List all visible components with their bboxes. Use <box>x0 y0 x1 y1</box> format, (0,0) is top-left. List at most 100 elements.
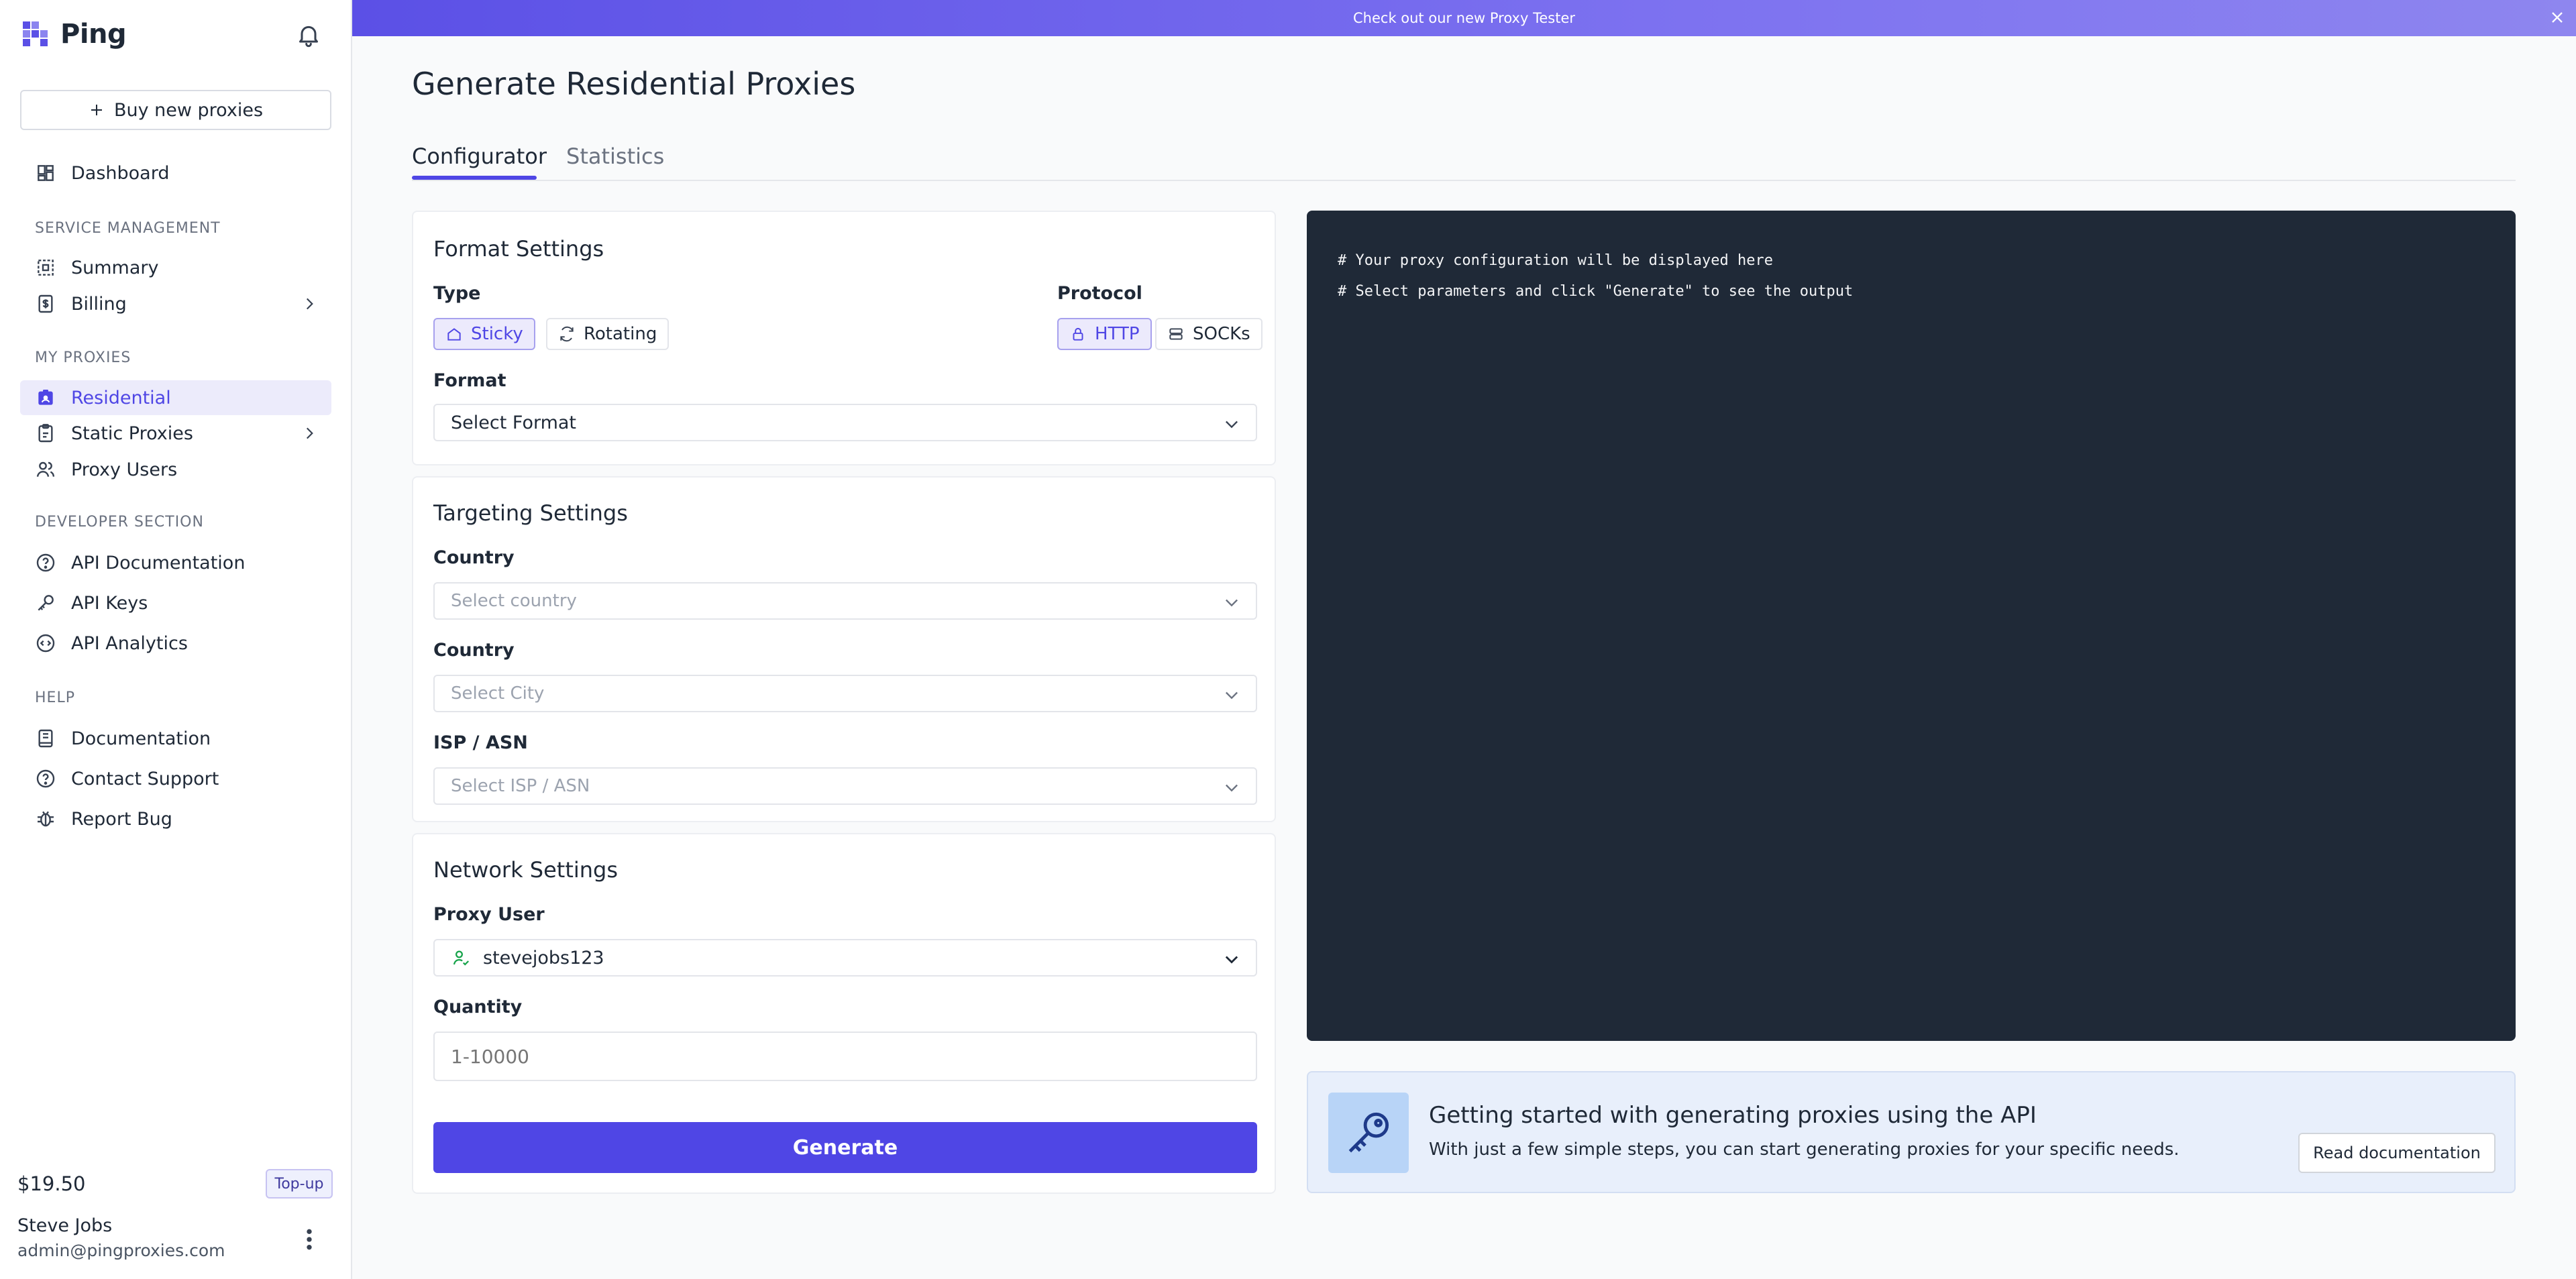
close-icon[interactable] <box>2548 8 2567 27</box>
sidebar-item-label: Summary <box>71 257 159 278</box>
country-label: Country <box>433 547 515 568</box>
section-my-proxies: MY PROXIES <box>35 349 131 366</box>
type-rotating-label: Rotating <box>584 324 657 344</box>
sidebar-item-report-bug[interactable]: Report Bug <box>20 801 331 836</box>
city-select-placeholder: Select City <box>451 683 545 704</box>
banner-text: Check out our new Proxy Tester <box>1353 10 1575 26</box>
city-select[interactable]: Select City <box>433 675 1257 712</box>
sidebar-item-label: Proxy Users <box>71 459 178 480</box>
quantity-input[interactable] <box>433 1032 1257 1081</box>
generate-button[interactable]: Generate <box>433 1122 1257 1173</box>
bell-icon[interactable] <box>295 21 322 48</box>
chevron-down-icon <box>1226 421 1238 429</box>
key-icon <box>38 595 54 611</box>
tab-statistics[interactable]: Statistics <box>566 144 664 169</box>
type-label: Type <box>433 283 481 304</box>
proxy-user-label: Proxy User <box>433 904 545 925</box>
sidebar-item-label: Dashboard <box>71 162 170 184</box>
plus-icon <box>91 105 102 115</box>
format-settings-title: Format Settings <box>433 236 604 262</box>
sidebar-item-summary[interactable]: Summary <box>20 250 331 285</box>
protocol-socks-label: SOCKs <box>1193 324 1250 344</box>
book-icon <box>38 729 53 748</box>
users-icon <box>36 461 55 477</box>
type-rotating-option[interactable]: Rotating <box>546 318 669 350</box>
proxy-output-panel[interactable]: # Your proxy configuration will be displ… <box>1307 211 2516 1041</box>
sidebar-item-contact-support[interactable]: Contact Support <box>20 761 331 796</box>
proxy-user-value: stevejobs123 <box>483 947 604 968</box>
sidebar-item-residential[interactable]: Residential <box>20 380 331 415</box>
residential-icon <box>38 390 53 405</box>
tab-bar: Configurator Statistics <box>412 141 2516 181</box>
section-service-management: SERVICE MANAGEMENT <box>35 220 221 237</box>
type-sticky-label: Sticky <box>471 324 523 344</box>
sidebar-item-label: Contact Support <box>71 768 219 789</box>
sidebar-item-proxy-users[interactable]: Proxy Users <box>20 452 331 487</box>
network-settings-title: Network Settings <box>433 857 619 883</box>
quantity-label: Quantity <box>433 997 523 1017</box>
sidebar-item-billing[interactable]: Billing <box>20 286 331 321</box>
format-label: Format <box>433 370 506 391</box>
chevron-down-icon <box>1225 956 1238 964</box>
app-logo[interactable]: Ping <box>20 19 127 50</box>
sidebar-item-static-proxies[interactable]: Static Proxies <box>20 416 331 451</box>
clipboard-icon <box>38 424 53 443</box>
buy-new-proxies-label: Buy new proxies <box>113 99 264 121</box>
server-icon <box>1169 328 1183 340</box>
sidebar-item-dashboard[interactable]: Dashboard <box>20 156 331 190</box>
getting-started-title: Getting started with generating proxies … <box>1429 1102 2037 1129</box>
city-label: Country <box>433 640 515 661</box>
protocol-socks-option[interactable]: SOCKs <box>1155 318 1263 350</box>
proxy-user-select[interactable]: stevejobs123 <box>433 939 1257 977</box>
summary-icon <box>38 260 54 276</box>
sidebar-item-api-analytics[interactable]: API Analytics <box>20 626 331 661</box>
help-circle-icon <box>36 553 55 572</box>
chevron-right-icon <box>306 427 313 439</box>
getting-started-banner: Getting started with generating proxies … <box>1307 1071 2516 1193</box>
user-check-icon <box>453 950 470 966</box>
buy-new-proxies-button[interactable]: Buy new proxies <box>20 90 331 130</box>
app-name: Ping <box>60 19 127 50</box>
output-line-2: # Select parameters and click "Generate"… <box>1338 283 1854 300</box>
chevron-down-icon <box>1226 691 1238 700</box>
country-select[interactable]: Select country <box>433 582 1257 620</box>
read-documentation-button[interactable]: Read documentation <box>2298 1133 2496 1173</box>
format-select-value: Select Format <box>451 412 577 433</box>
sidebar-item-api-keys[interactable]: API Keys <box>20 586 331 620</box>
lock-icon <box>1073 327 1083 341</box>
protocol-http-label: HTTP <box>1095 324 1140 344</box>
isp-label: ISP / ASN <box>433 732 528 753</box>
announcement-banner[interactable]: Check out our new Proxy Tester <box>352 0 2576 36</box>
billing-icon <box>38 294 53 313</box>
dashboard-icon <box>38 165 54 181</box>
section-help: HELP <box>35 689 75 706</box>
sidebar-item-label: Billing <box>71 293 127 315</box>
code-circle-icon <box>36 634 55 653</box>
format-settings-card: Format Settings Type Sticky Rotating Pro… <box>412 211 1276 465</box>
isp-select[interactable]: Select ISP / ASN <box>433 767 1257 805</box>
sidebar-item-label: API Documentation <box>71 552 246 573</box>
active-tab-indicator <box>412 176 537 180</box>
type-sticky-option[interactable]: Sticky <box>433 318 535 350</box>
sidebar-item-api-documentation[interactable]: API Documentation <box>20 545 331 580</box>
format-select[interactable]: Select Format <box>433 404 1257 441</box>
sidebar-item-label: Report Bug <box>71 808 172 830</box>
home-icon <box>447 328 461 341</box>
protocol-label: Protocol <box>1057 283 1142 304</box>
user-email: admin@pingproxies.com <box>17 1241 225 1260</box>
more-vertical-icon[interactable] <box>299 1226 319 1253</box>
topup-button[interactable]: Top-up <box>266 1169 333 1199</box>
section-developer: DEVELOPER SECTION <box>35 514 204 531</box>
refresh-icon <box>560 326 574 342</box>
protocol-http-option[interactable]: HTTP <box>1057 318 1152 350</box>
bug-icon <box>38 811 54 827</box>
country-select-placeholder: Select country <box>451 591 577 611</box>
key-icon <box>1348 1112 1389 1153</box>
chevron-down-icon <box>1226 599 1238 607</box>
sidebar-item-documentation[interactable]: Documentation <box>20 721 331 756</box>
sidebar-item-label: Static Proxies <box>71 423 193 444</box>
targeting-settings-title: Targeting Settings <box>433 500 628 526</box>
tab-configurator[interactable]: Configurator <box>412 144 547 169</box>
account-balance: $19.50 <box>17 1172 86 1195</box>
output-line-1: # Your proxy configuration will be displ… <box>1338 252 1774 269</box>
